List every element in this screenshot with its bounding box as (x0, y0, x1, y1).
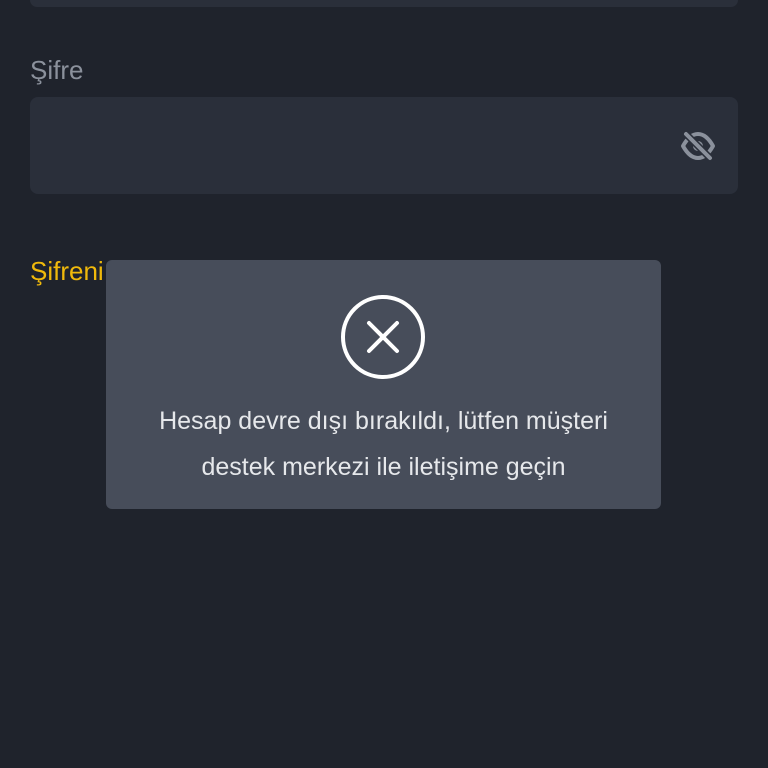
toast-message-line: Hesap devre dışı bırakıldı, lütfen müşte… (159, 407, 608, 435)
error-toast: Hesap devre dışı bırakıldı, lütfen müşte… (106, 260, 661, 509)
eye-off-icon (681, 131, 715, 161)
previous-input-field[interactable] (30, 0, 738, 7)
close-circle-icon (341, 295, 425, 379)
password-visibility-toggle[interactable] (678, 126, 718, 166)
password-label: Şifre (30, 55, 84, 85)
password-input[interactable] (30, 97, 738, 194)
toast-message: Hesap devre dışı bırakıldı, lütfen müşte… (106, 398, 661, 490)
toast-message-line: destek merkezi ile iletişime geçin (201, 453, 566, 481)
forgot-password-link[interactable]: Şifreni (30, 254, 104, 288)
